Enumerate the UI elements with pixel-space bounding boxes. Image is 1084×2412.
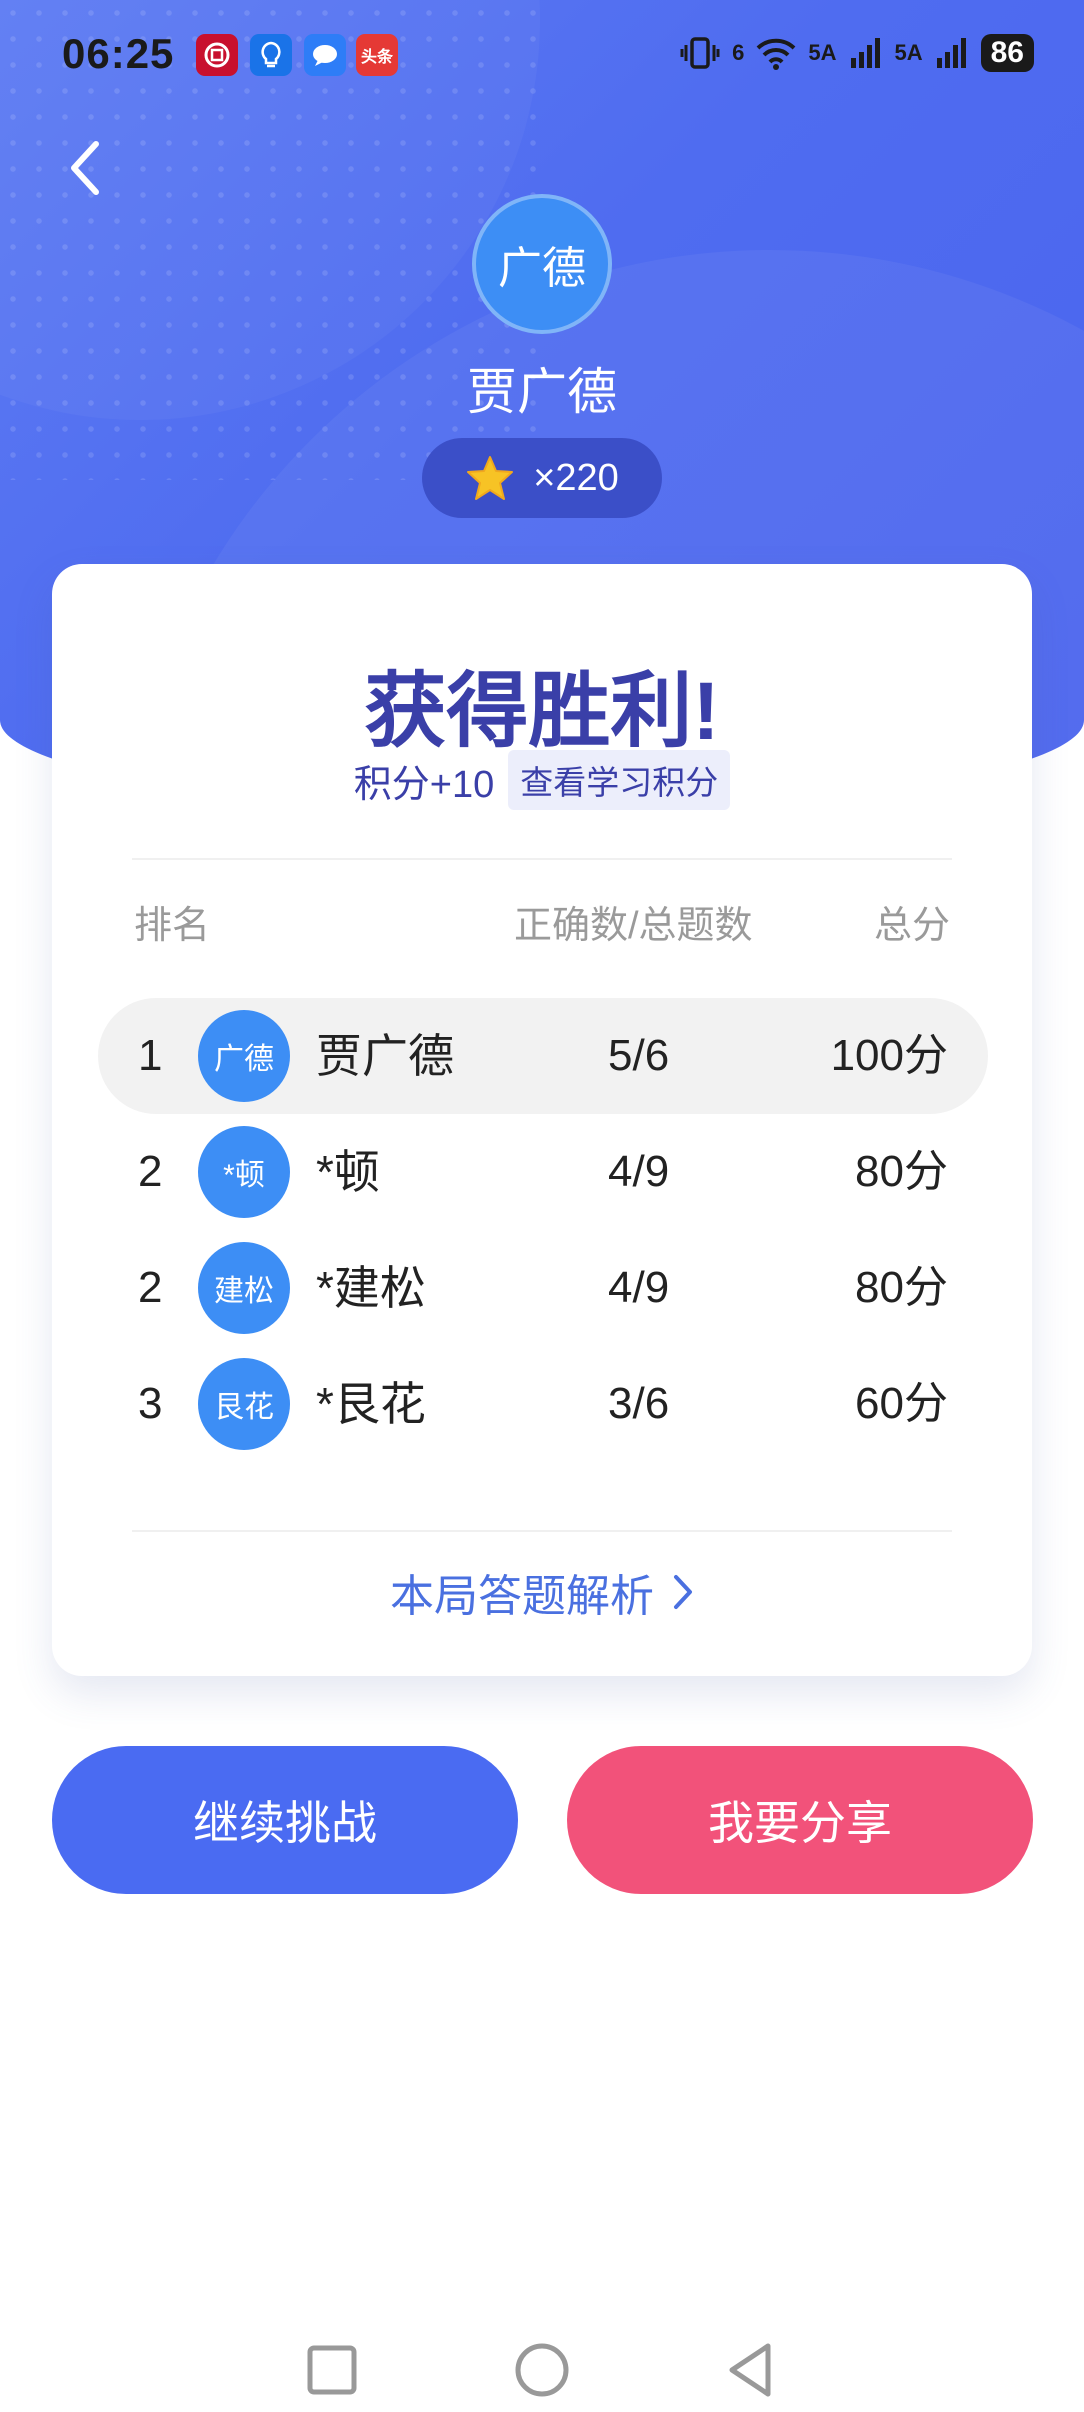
- header-correct: 正确数/总题数: [514, 905, 753, 947]
- row-rank: 1: [138, 1031, 163, 1080]
- home-button[interactable]: [512, 2340, 572, 2400]
- row-rank: 2: [138, 1263, 163, 1312]
- ccb-bank-icon: [196, 34, 238, 76]
- row-rank: 3: [138, 1379, 163, 1428]
- header-score: 总分: [873, 905, 950, 947]
- row-correct: 4/9: [608, 1263, 670, 1312]
- row-name: *顿: [316, 1146, 380, 1198]
- result-card: 获得胜利! 积分+10 查看学习积分 排名 正确数/总题数 总分 1 广德 贾广…: [52, 564, 1032, 1676]
- toutiao-app-icon: 头条: [356, 34, 398, 76]
- table-row: 1 广德 贾广德 5/6 100分: [98, 998, 988, 1114]
- points-earned: 积分+10: [353, 763, 495, 806]
- recent-apps-button[interactable]: [302, 2340, 362, 2400]
- analysis-label: 本局答题解析: [390, 1572, 654, 1621]
- row-avatar: 广德: [198, 1010, 290, 1102]
- signal-icon: [936, 38, 966, 68]
- answer-analysis-link[interactable]: 本局答题解析: [52, 1560, 1032, 1624]
- signal-label-2: 5A: [894, 40, 923, 65]
- star-icon: [467, 456, 514, 500]
- chevron-left-icon: [71, 141, 99, 195]
- bulb-app-icon: [250, 34, 292, 76]
- divider: [132, 858, 952, 860]
- divider: [132, 1530, 952, 1532]
- points-row: 积分+10 查看学习积分: [52, 750, 1032, 810]
- star-count: ×220: [533, 456, 619, 499]
- avatar: 广德: [472, 194, 612, 334]
- table-row: 2 建松 *建松 4/9 80分: [98, 1230, 988, 1346]
- row-score: 60分: [855, 1379, 948, 1428]
- row-rank: 2: [138, 1147, 163, 1196]
- row-name: *建松: [316, 1262, 426, 1314]
- wifi-label: 6: [732, 40, 745, 65]
- row-avatar: 建松: [198, 1242, 290, 1334]
- row-score: 80分: [855, 1263, 948, 1312]
- table-row: 2 *顿 *顿 4/9 80分: [98, 1114, 988, 1230]
- row-score: 100分: [830, 1031, 948, 1080]
- view-points-link[interactable]: 查看学习积分: [508, 750, 731, 810]
- signal-label-1: 5A: [808, 40, 837, 65]
- result-title: 获得胜利!: [364, 666, 720, 757]
- row-correct: 5/6: [608, 1031, 670, 1080]
- status-bar: 06:25 头条 6 5A 5A 86: [0, 0, 1084, 110]
- table-row: 3 艮花 *艮花 3/6 60分: [98, 1346, 988, 1462]
- row-avatar: 艮花: [198, 1358, 290, 1450]
- wifi-icon: [756, 38, 796, 70]
- status-time: 06:25: [62, 30, 175, 77]
- share-button[interactable]: 我要分享: [567, 1746, 1033, 1894]
- back-nav-button[interactable]: [720, 2340, 780, 2400]
- continue-challenge-button[interactable]: 继续挑战: [52, 1746, 518, 1894]
- status-right: 6 5A 5A 86: [680, 30, 1034, 76]
- row-score: 80分: [855, 1147, 948, 1196]
- battery-indicator: 86: [980, 34, 1034, 72]
- signal-icon: [850, 38, 880, 68]
- row-name: *艮花: [316, 1378, 426, 1430]
- vibrate-icon: [680, 37, 720, 69]
- username: 贾广德: [467, 364, 617, 420]
- row-correct: 3/6: [608, 1379, 670, 1428]
- row-avatar: *顿: [198, 1126, 290, 1218]
- chevron-right-icon: [674, 1575, 692, 1609]
- row-name: 贾广德: [316, 1030, 454, 1082]
- system-nav-bar: [0, 2320, 1084, 2412]
- message-app-icon: [304, 34, 346, 76]
- back-button[interactable]: [62, 138, 112, 198]
- row-correct: 4/9: [608, 1147, 670, 1196]
- star-count-badge: ×220: [422, 438, 662, 518]
- header-rank: 排名: [134, 905, 211, 947]
